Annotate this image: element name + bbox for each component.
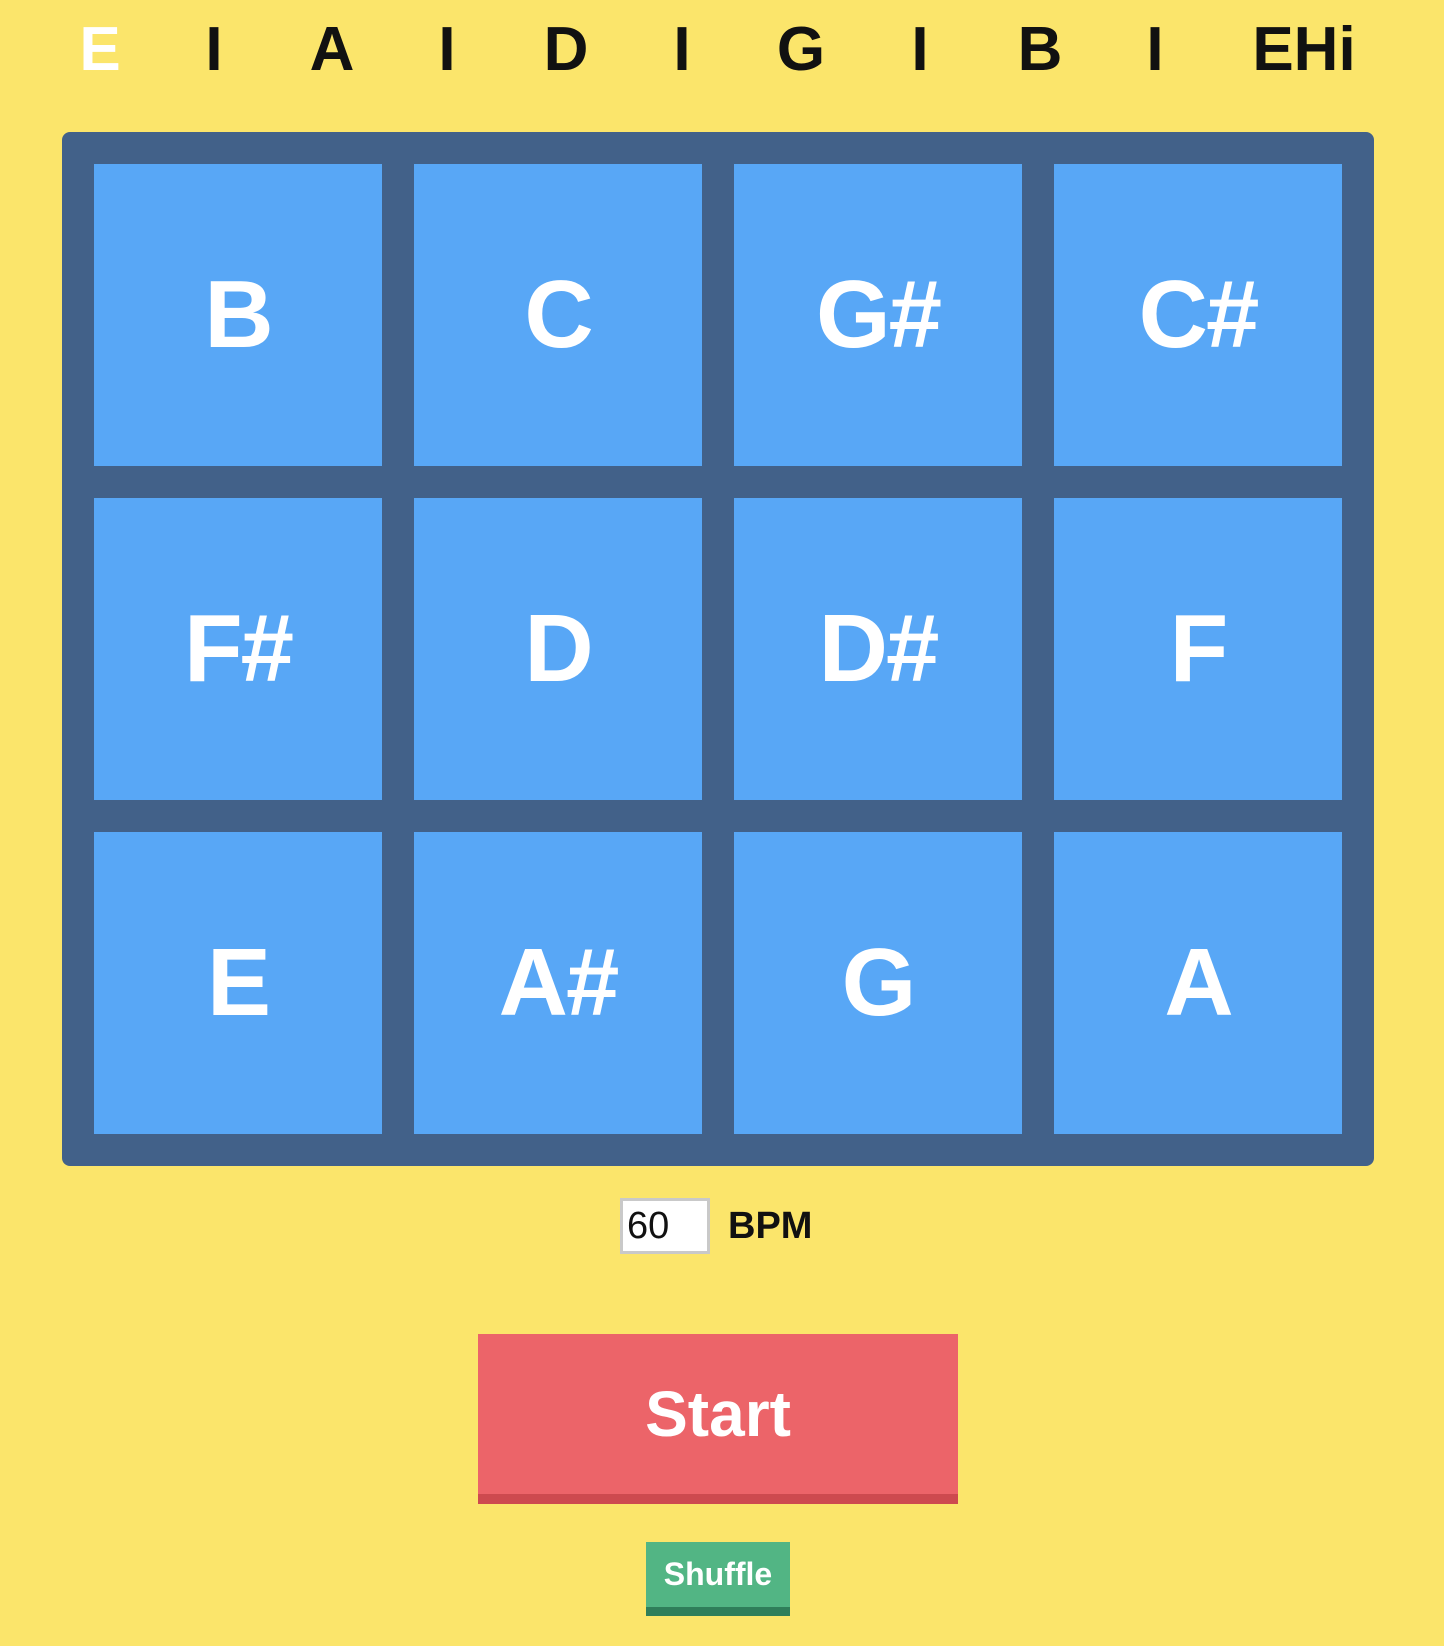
string-divider: I	[1146, 15, 1164, 84]
string-label-a: A	[309, 15, 355, 84]
string-label-g: G	[776, 15, 826, 84]
string-divider: I	[673, 15, 691, 84]
note-tile-b[interactable]: B	[94, 164, 382, 466]
string-divider: I	[911, 15, 929, 84]
note-tile-g[interactable]: G	[734, 832, 1022, 1134]
string-label-e: E	[79, 15, 121, 84]
bpm-input[interactable]	[620, 1198, 710, 1254]
start-button[interactable]: Start	[478, 1334, 958, 1504]
note-tile-d-sharp[interactable]: D#	[734, 498, 1022, 800]
string-sequence-header: E I A I D I G I B I EHi	[0, 0, 1444, 100]
bpm-label: BPM	[728, 1204, 813, 1247]
string-label-b: B	[1017, 15, 1063, 84]
shuffle-button[interactable]: Shuffle	[646, 1542, 790, 1616]
note-tile-f-sharp[interactable]: F#	[94, 498, 382, 800]
tempo-control: BPM	[620, 1198, 812, 1254]
note-tile-e[interactable]: E	[94, 832, 382, 1134]
note-tile-g-sharp[interactable]: G#	[734, 164, 1022, 466]
note-tile-a[interactable]: A	[1054, 832, 1342, 1134]
note-tile-c-sharp[interactable]: C#	[1054, 164, 1342, 466]
note-tile-c[interactable]: C	[414, 164, 702, 466]
note-grid: B C G# C# F# D D# F E A# G A	[62, 132, 1374, 1166]
string-label-d: D	[543, 15, 589, 84]
note-tile-d[interactable]: D	[414, 498, 702, 800]
string-label-e-high: EHi	[1252, 15, 1356, 84]
note-tile-f[interactable]: F	[1054, 498, 1342, 800]
note-tile-a-sharp[interactable]: A#	[414, 832, 702, 1134]
string-divider: I	[438, 15, 456, 84]
string-divider: I	[205, 15, 223, 84]
